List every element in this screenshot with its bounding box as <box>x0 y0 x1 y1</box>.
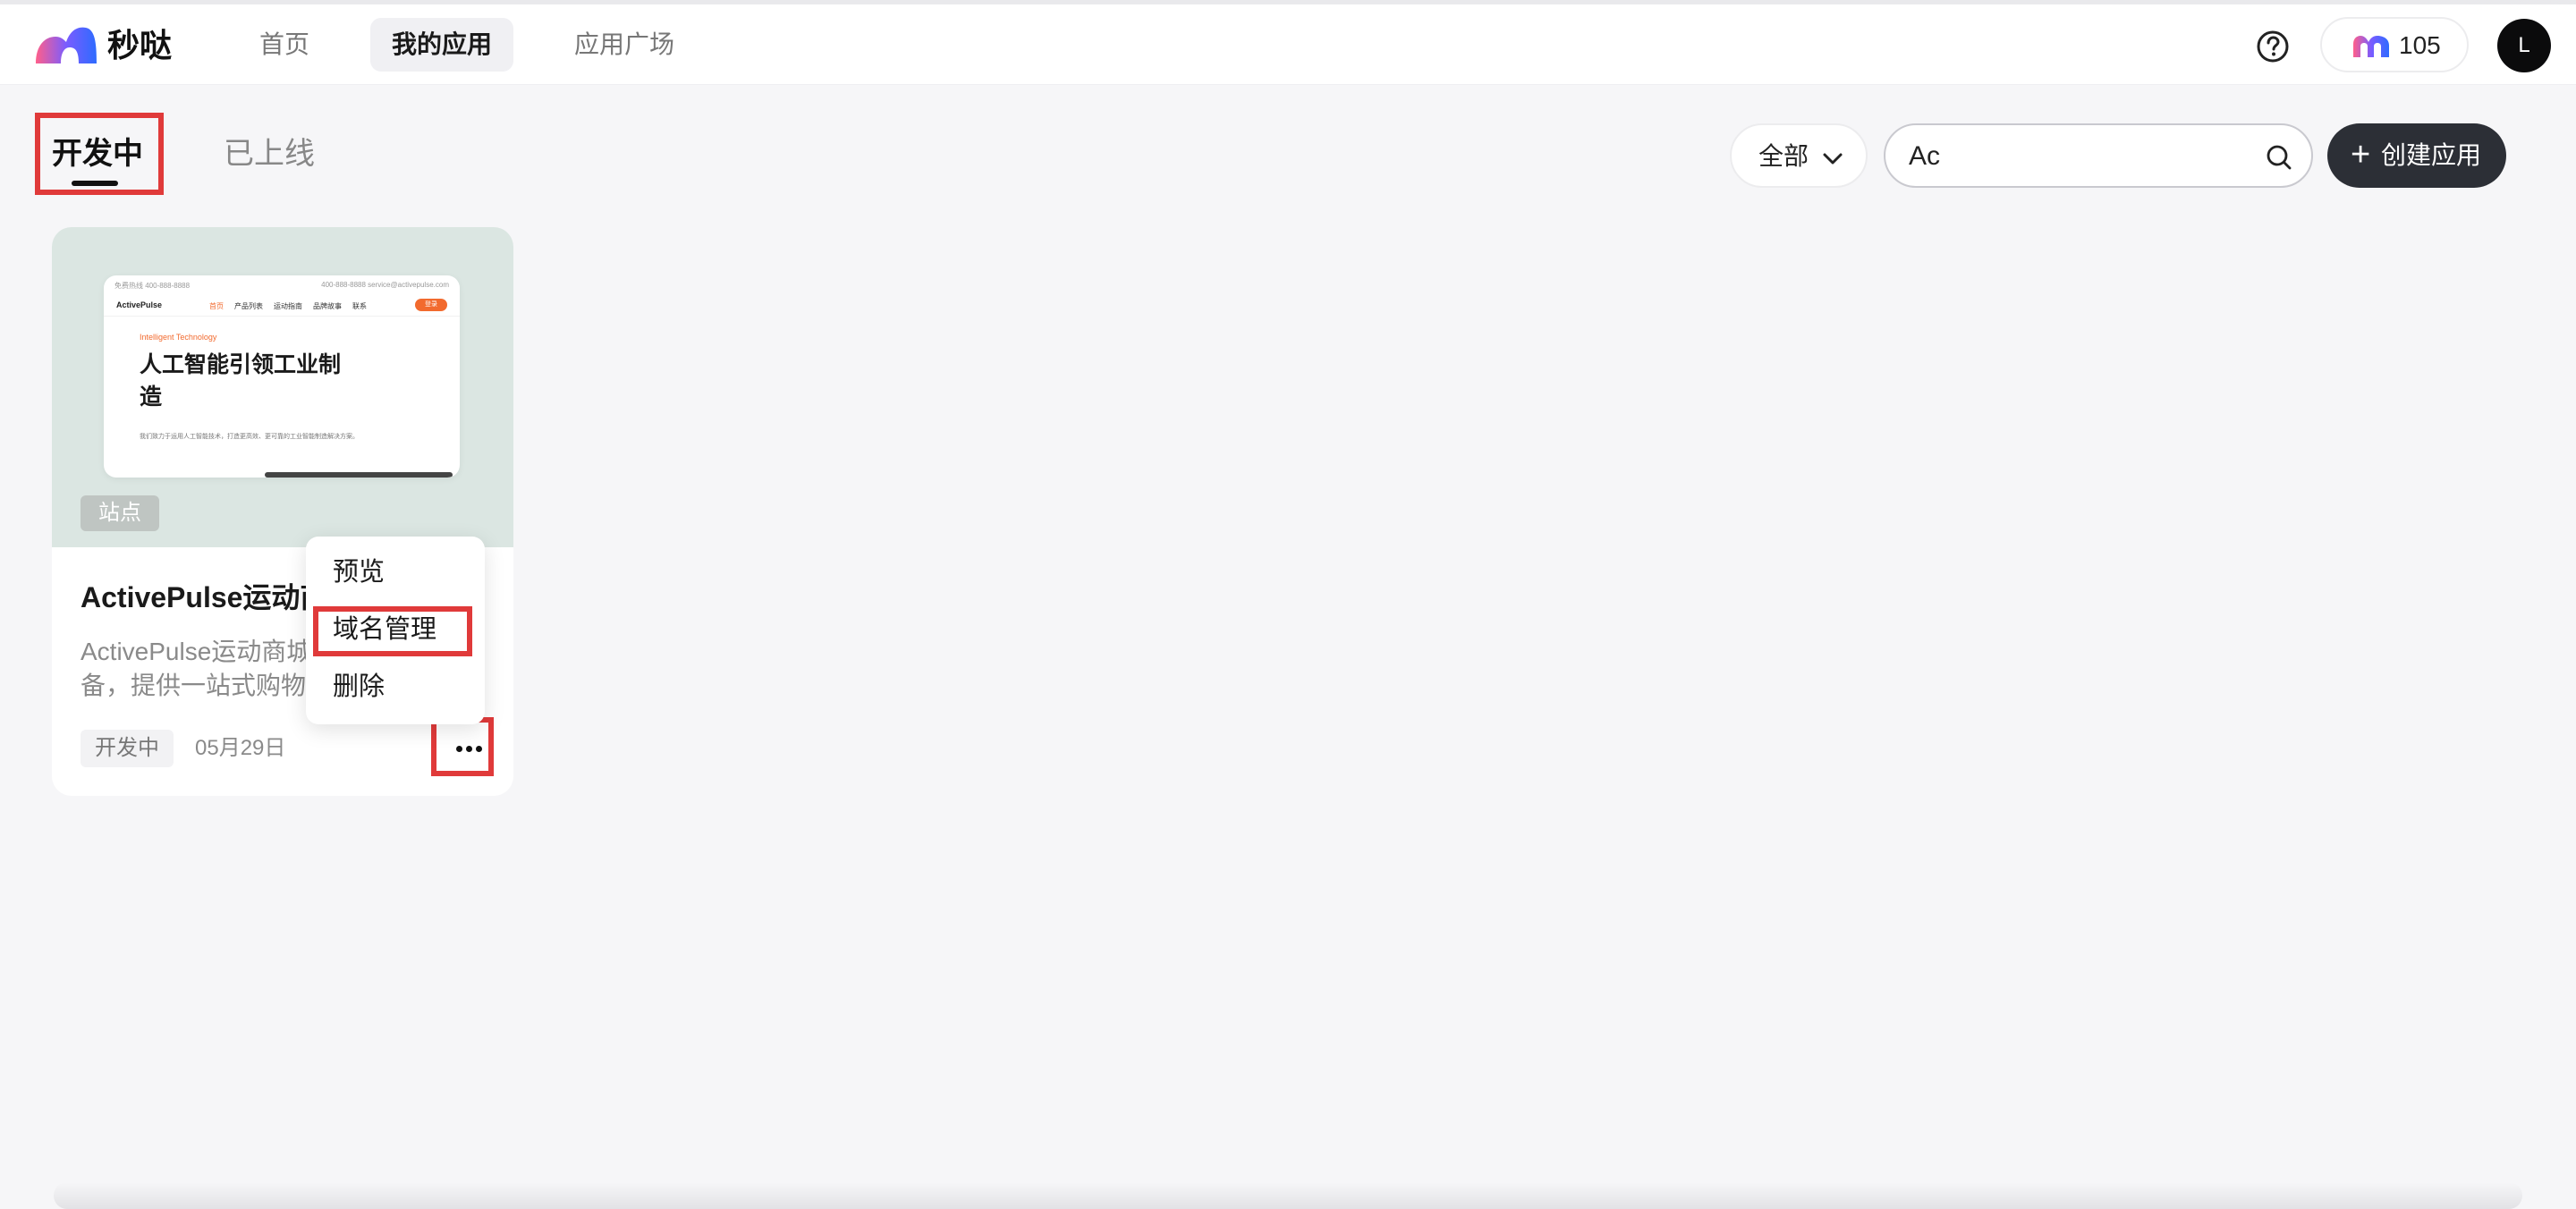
credits-m-icon <box>2353 36 2389 57</box>
user-avatar[interactable]: L <box>2497 19 2551 72</box>
credits-count: 105 <box>2399 31 2441 59</box>
credits-badge[interactable]: 105 <box>2320 17 2469 72</box>
app-title[interactable]: ActivePulse运动商 <box>80 579 328 615</box>
app-type-badge: 站点 <box>80 495 159 531</box>
app-thumbnail[interactable]: 免费热线 400-888-8888 400-888-8888 service@a… <box>52 227 513 547</box>
help-icon[interactable] <box>2256 30 2290 63</box>
chevron-down-icon <box>1823 153 1843 165</box>
search-box[interactable] <box>1884 123 2313 188</box>
brand-name[interactable]: 秒哒 <box>107 28 172 63</box>
menu-item-preview[interactable]: 预览 <box>333 556 385 588</box>
top-header: 秒哒 首页 我的应用 应用广场 105 L <box>0 4 2576 85</box>
search-input[interactable] <box>1909 138 2249 175</box>
preview-headline: 人工智能引领工业制造 <box>140 352 342 410</box>
nav-app-market[interactable]: 应用广场 <box>553 18 696 72</box>
create-app-label: 创建应用 <box>2381 141 2482 169</box>
nav-my-apps[interactable]: 我的应用 <box>370 18 514 72</box>
preview-nav-item: 首页 <box>209 302 224 310</box>
preview-topbar-right: 400-888-8888 service@activepulse.com <box>321 281 449 289</box>
highlight-box-tab <box>35 113 164 195</box>
preview-description: 我们致力于运用人工智能技术，打造更高效、更可靠的工业智能制造解决方案。 <box>140 434 359 440</box>
bottom-edge-shadow <box>54 1182 2522 1209</box>
preview-login-button: 登录 <box>415 299 447 311</box>
status-badge: 开发中 <box>80 730 174 767</box>
create-app-button[interactable]: + 创建应用 <box>2327 123 2506 188</box>
filter-dropdown[interactable]: 全部 <box>1730 123 1868 188</box>
preview-topbar-left: 免费热线 400-888-8888 <box>114 282 191 290</box>
highlight-box-more <box>431 717 494 776</box>
filter-label: 全部 <box>1758 142 1809 170</box>
preview-nav-item: 运动指南 <box>274 302 302 310</box>
site-preview: 免费热线 400-888-8888 400-888-8888 service@a… <box>104 275 460 478</box>
plus-icon: + <box>2351 136 2371 173</box>
tab-online[interactable]: 已上线 <box>224 136 315 172</box>
miaoda-logo-icon[interactable] <box>34 24 98 65</box>
preview-nav-item: 品牌故事 <box>313 302 342 310</box>
search-icon[interactable] <box>2265 143 2293 172</box>
preview-navbar: ActivePulse 首页 产品列表 运动指南 品牌故事 联系 登录 <box>104 295 460 317</box>
preview-brand: ActivePulse <box>116 300 163 309</box>
app-date: 05月29日 <box>195 736 286 760</box>
nav-home[interactable]: 首页 <box>238 18 331 72</box>
highlight-box-domain <box>313 606 472 656</box>
preview-nav-item: 产品列表 <box>234 302 263 310</box>
preview-nav-item: 联系 <box>352 302 367 310</box>
preview-eyebrow: Intelligent Technology <box>140 333 217 342</box>
preview-image-strip <box>265 472 453 478</box>
menu-item-delete[interactable]: 删除 <box>333 671 385 703</box>
